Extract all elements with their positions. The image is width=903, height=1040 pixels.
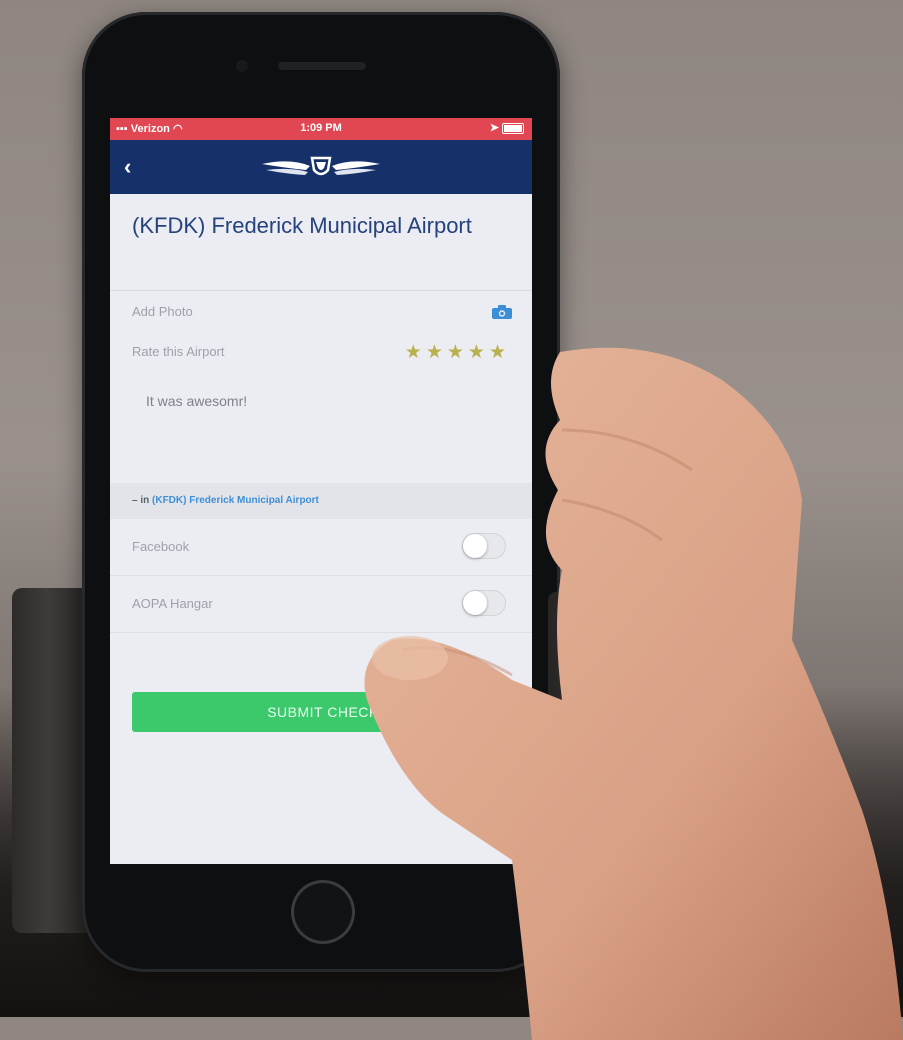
- facebook-label: Facebook: [132, 539, 190, 554]
- add-photo-label: Add Photo: [132, 304, 193, 319]
- status-time: 1:09 PM: [300, 122, 342, 134]
- home-button[interactable]: [291, 880, 355, 944]
- aopa-hangar-label: AOPA Hangar: [132, 596, 213, 611]
- earpiece-speaker: [278, 62, 366, 70]
- camera-icon[interactable]: [492, 305, 512, 319]
- location-arrow-icon: ➤: [489, 122, 499, 134]
- location-link[interactable]: (KFDK) Frederick Municipal Airport: [152, 495, 319, 506]
- front-camera: [236, 60, 248, 72]
- status-bar: ▪▪▪ Verizon ◠ 1:09 PM ➤: [110, 118, 532, 140]
- location-prefix: – in: [132, 495, 150, 506]
- airport-title: (KFDK) Frederick Municipal Airport: [132, 213, 472, 238]
- chevron-left-icon[interactable]: ‹: [124, 154, 131, 180]
- nav-bar: ‹: [110, 140, 532, 194]
- user-hand: [364, 347, 903, 1040]
- add-photo-row[interactable]: Add Photo: [110, 291, 532, 331]
- aopa-wings-logo-icon: [262, 156, 380, 176]
- rate-airport-label: Rate this Airport: [132, 344, 225, 359]
- status-right: ➤: [490, 121, 524, 134]
- battery-icon: [502, 122, 524, 134]
